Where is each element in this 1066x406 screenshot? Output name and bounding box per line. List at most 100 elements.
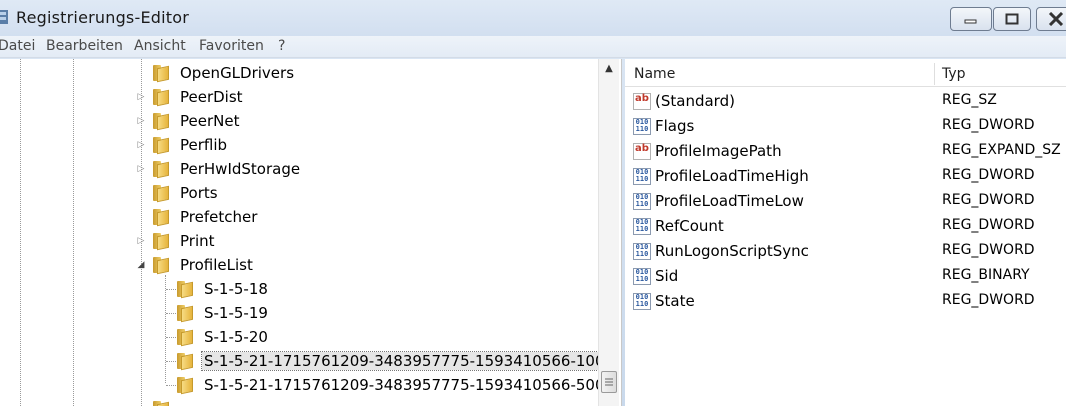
tree-guide-line: [20, 59, 21, 406]
tree-item[interactable]: Perflib: [153, 134, 229, 156]
list-row[interactable]: 010 110 ProfileLoadTimeLow REG_DWORD: [625, 189, 1066, 214]
column-header-name[interactable]: Name: [634, 66, 675, 82]
binary-value-icon: 010 110: [633, 193, 651, 210]
title-bar: Registrierungs-Editor: [0, 0, 1066, 36]
string-value-icon: ab: [633, 93, 651, 110]
folder-icon: [177, 281, 195, 299]
scroll-up-arrow-icon[interactable]: ▲: [601, 63, 617, 77]
menu-bar: Datei Bearbeiten Ansicht Favoriten ?: [0, 36, 1066, 58]
tree-item-selected[interactable]: S-1-5-21-1715761209-3483957775-159341056…: [177, 350, 618, 372]
string-value-icon: ab: [633, 143, 651, 160]
folder-icon: [153, 233, 171, 251]
tree-item[interactable]: PeerDist: [153, 86, 245, 108]
value-type: REG_BINARY: [942, 267, 1030, 283]
folder-icon: [153, 185, 171, 203]
window-title: Registrierungs-Editor: [16, 8, 189, 27]
expand-arrow-icon[interactable]: ▷: [136, 116, 146, 126]
value-type: REG_EXPAND_SZ: [942, 142, 1061, 158]
tree-scrollbar[interactable]: ▲: [598, 59, 619, 406]
tree-item[interactable]: S-1-5-21-1715761209-3483957775-159341056…: [177, 374, 607, 396]
tree-item-label: S-1-5-18: [204, 280, 268, 298]
value-name: Sid: [655, 267, 679, 285]
tree-item-label: Perflib: [180, 136, 228, 154]
tree-item[interactable]: S-1-5-20: [177, 326, 270, 348]
tree-item[interactable]: S-1-5-19: [177, 302, 270, 324]
binary-value-icon: 010 110: [633, 293, 651, 310]
tree-item-label: Prefetcher: [180, 208, 258, 226]
grip-icon: [605, 378, 613, 386]
binary-value-icon: 010 110: [633, 118, 651, 135]
expand-arrow-icon[interactable]: ▷: [136, 164, 146, 174]
tree-guide-line: [73, 59, 74, 406]
expand-arrow-icon[interactable]: ▷: [136, 140, 146, 150]
list-row[interactable]: 010 110 RunLogonScriptSync REG_DWORD: [625, 239, 1066, 264]
binary-value-icon: 010 110: [633, 168, 651, 185]
tree-item[interactable]: PerHwIdStorage: [153, 158, 302, 180]
tree-item-partial[interactable]: [153, 398, 178, 406]
folder-icon: [153, 161, 171, 179]
list-row[interactable]: 010 110 ProfileLoadTimeHigh REG_DWORD: [625, 164, 1066, 189]
expand-arrow-icon[interactable]: ▷: [136, 92, 146, 102]
value-name: Flags: [655, 117, 695, 135]
value-name: ProfileLoadTimeLow: [655, 192, 804, 210]
menu-edit[interactable]: Bearbeiten: [46, 38, 123, 54]
tree-item-label: S-1-5-21-1715761209-3483957775-159341056…: [200, 351, 618, 371]
tree-item[interactable]: Print: [153, 230, 217, 252]
list-row[interactable]: ab ProfileImagePath REG_EXPAND_SZ: [625, 139, 1066, 164]
maximize-icon: [1005, 13, 1019, 25]
tree-item[interactable]: OpenGLDrivers: [153, 62, 296, 84]
list-row[interactable]: ab (Standard) REG_SZ: [625, 89, 1066, 114]
value-type: REG_DWORD: [942, 192, 1035, 208]
value-type: REG_DWORD: [942, 242, 1035, 258]
menu-view[interactable]: Ansicht: [134, 38, 186, 54]
maximize-button[interactable]: [993, 7, 1031, 31]
tree-item-label: PeerDist: [180, 88, 243, 106]
tree-item-label: Ports: [180, 184, 218, 202]
folder-icon: [177, 329, 195, 347]
close-button[interactable]: [1036, 7, 1066, 31]
tree-item-label: PerHwIdStorage: [180, 160, 301, 178]
value-type: REG_DWORD: [942, 217, 1035, 233]
scroll-thumb[interactable]: [601, 371, 617, 393]
menu-file[interactable]: Datei: [0, 38, 35, 54]
tree-item-label: S-1-5-19: [204, 304, 268, 322]
value-name: ProfileLoadTimeHigh: [655, 167, 809, 185]
list-header: Name Typ: [625, 61, 1066, 87]
expand-arrow-icon[interactable]: ▷: [136, 236, 146, 246]
tree-item-label: S-1-5-21-1715761209-3483957775-159341056…: [204, 376, 605, 394]
key-tree-pane[interactable]: ▷ ▷ ▷ ▷ ▷ ◢ OpenGLDrivers PeerDist PeerN…: [0, 59, 622, 406]
folder-icon: [177, 377, 195, 395]
menu-favorites[interactable]: Favoriten: [199, 38, 264, 54]
tree-item[interactable]: Prefetcher: [153, 206, 259, 228]
value-list-pane[interactable]: Name Typ ab (Standard) REG_SZ 010 110 Fla…: [625, 59, 1066, 406]
tree-item-label: OpenGLDrivers: [180, 64, 295, 82]
tree-item[interactable]: Ports: [153, 182, 220, 204]
tree-item[interactable]: S-1-5-18: [177, 278, 270, 300]
folder-icon: [177, 353, 195, 371]
value-type: REG_DWORD: [942, 117, 1035, 133]
tree-item[interactable]: PeerNet: [153, 110, 241, 132]
folder-icon: [153, 401, 171, 406]
tree-item[interactable]: ProfileList: [153, 254, 255, 276]
binary-value-icon: 010 110: [633, 243, 651, 260]
value-type: REG_DWORD: [942, 292, 1035, 308]
folder-icon: [153, 113, 171, 131]
folder-icon: [177, 305, 195, 323]
menu-help[interactable]: ?: [278, 38, 285, 54]
collapse-arrow-icon[interactable]: ◢: [136, 260, 146, 270]
list-row[interactable]: 010 110 Sid REG_BINARY: [625, 264, 1066, 289]
column-header-type[interactable]: Typ: [942, 66, 966, 82]
value-name: RunLogonScriptSync: [655, 242, 809, 260]
list-row[interactable]: 010 110 Flags REG_DWORD: [625, 114, 1066, 139]
tree-item-label: Print: [180, 232, 215, 250]
list-row[interactable]: 010 110 State REG_DWORD: [625, 289, 1066, 314]
binary-value-icon: 010 110: [633, 268, 651, 285]
column-separator[interactable]: [934, 63, 935, 85]
tree-item-label: S-1-5-20: [204, 328, 268, 346]
minimize-icon: [964, 19, 977, 24]
folder-icon: [153, 209, 171, 227]
minimize-button[interactable]: [950, 7, 992, 31]
tree-item-label: ProfileList: [180, 256, 253, 274]
value-type: REG_DWORD: [942, 167, 1035, 183]
list-row[interactable]: 010 110 RefCount REG_DWORD: [625, 214, 1066, 239]
